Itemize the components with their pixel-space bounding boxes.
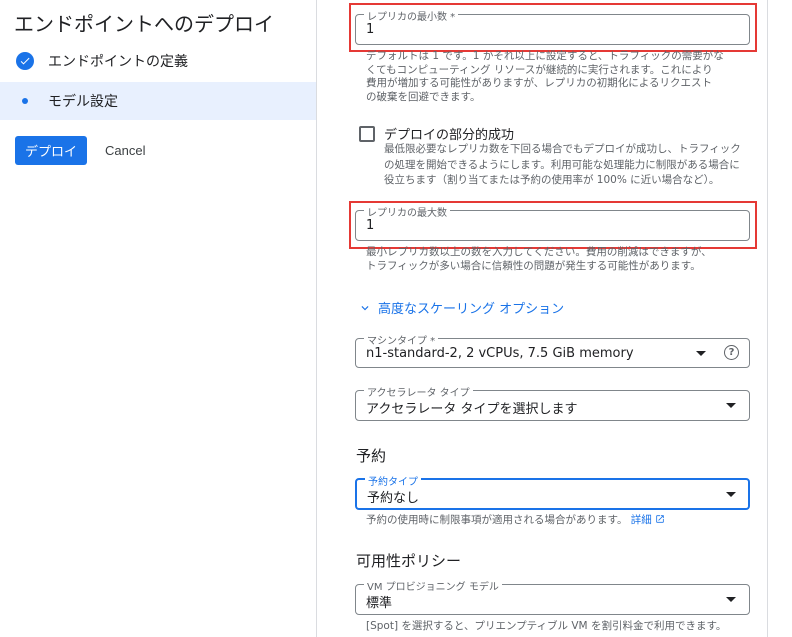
reservation-help: 予約の使用時に制限事項が適用される場合があります。 詳細 — [366, 514, 746, 528]
stepper-sidebar: エンドポイントへのデプロイ エンドポイントの定義 モデル設定 デプロイ Canc… — [0, 0, 317, 637]
reservation-type-value: 予約なし — [367, 491, 420, 506]
dropdown-arrow-icon — [696, 351, 706, 356]
machine-type-select[interactable]: マシンタイプ * n1-standard-2, 2 vCPUs, 7.5 GiB… — [355, 332, 750, 368]
step-label: モデル設定 — [48, 94, 118, 110]
max-replica-help: 最小レプリカ数以上の数を入力してください。費用の削減はできますが、 トラフィック… — [366, 246, 712, 272]
panel-divider — [767, 0, 768, 637]
dropdown-arrow-icon — [726, 597, 736, 602]
vm-provisioning-value: 標準 — [366, 596, 393, 611]
step-label: エンドポイントの定義 — [48, 54, 188, 70]
partial-success-checkbox[interactable] — [359, 126, 375, 142]
step-define-endpoint[interactable]: エンドポイントの定義 — [0, 42, 316, 80]
dot-icon — [16, 92, 34, 110]
deploy-button[interactable]: デプロイ — [15, 136, 88, 165]
vm-provisioning-label: VM プロビジョニング モデル — [364, 578, 502, 593]
reservation-type-select[interactable]: 予約タイプ 予約なし — [355, 473, 750, 510]
cancel-button[interactable]: Cancel — [97, 136, 153, 165]
min-replica-label: レプリカの最小数 * — [364, 8, 459, 23]
reservation-learn-more-link[interactable]: 詳細 — [631, 514, 665, 526]
max-replica-value: 1 — [366, 218, 375, 233]
step-model-settings[interactable]: モデル設定 — [0, 82, 316, 120]
reservation-type-label: 予約タイプ — [365, 473, 421, 488]
help-question-icon[interactable]: ? — [724, 345, 739, 360]
reservation-heading: 予約 — [356, 447, 387, 465]
advanced-scaling-toggle[interactable]: 高度なスケーリング オプション — [358, 298, 564, 317]
partial-success-help: 最低限必要なレプリカ数を下回る場合でもデプロイが成功し、トラフィック の処理を開… — [384, 143, 741, 186]
min-replica-input[interactable]: レプリカの最小数 * 1 — [355, 8, 750, 45]
vm-provisioning-select[interactable]: VM プロビジョニング モデル 標準 — [355, 578, 750, 615]
min-replica-value: 1 — [366, 22, 375, 37]
min-replica-help: デフォルトは 1 です。1 かそれ以上に設定すると、トラフィックの需要がな くて… — [366, 50, 724, 103]
external-link-icon — [656, 515, 664, 523]
page-title: エンドポイントへのデプロイ — [14, 12, 274, 36]
dropdown-arrow-icon — [726, 403, 736, 408]
machine-type-label: マシンタイプ * — [364, 332, 439, 347]
vm-provisioning-help: [Spot] を選択すると、プリエンプティブル VM を割引料金で利用できます。 — [366, 620, 727, 632]
machine-type-value: n1-standard-2, 2 vCPUs, 7.5 GiB memory — [366, 346, 634, 361]
accelerator-type-label: アクセラレータ タイプ — [364, 384, 473, 399]
partial-success-label: デプロイの部分的成功 — [384, 128, 515, 143]
chevron-down-icon — [361, 305, 369, 310]
accelerator-type-select[interactable]: アクセラレータ タイプ アクセラレータ タイプを選択します — [355, 384, 750, 421]
availability-heading: 可用性ポリシー — [356, 552, 462, 570]
advanced-scaling-label: 高度なスケーリング オプション — [378, 302, 565, 317]
max-replica-input[interactable]: レプリカの最大数 1 — [355, 204, 750, 241]
max-replica-label: レプリカの最大数 — [364, 204, 450, 219]
dropdown-arrow-icon — [726, 492, 736, 497]
check-circle-icon — [16, 52, 34, 70]
accelerator-type-value: アクセラレータ タイプを選択します — [366, 402, 578, 417]
